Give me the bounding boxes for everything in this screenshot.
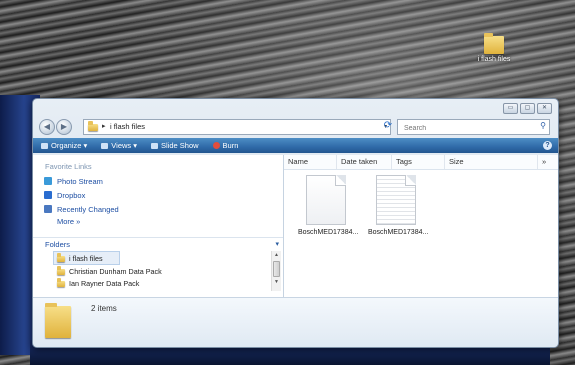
minimize-button[interactable]: ▭	[503, 103, 518, 114]
tree-item-ian-rayner[interactable]: Ian Rayner Data Pack	[33, 277, 273, 289]
desktop-folder-icon[interactable]: i flash files	[474, 32, 514, 63]
folders-header[interactable]: Folders ▾	[33, 237, 283, 251]
item-count: 2 items	[91, 304, 117, 313]
file-name: BoschMED17384...	[368, 229, 429, 236]
folder-tree-scrollbar[interactable]: ▲ ▼	[271, 251, 281, 291]
dropbox-icon	[44, 191, 52, 199]
column-tags[interactable]: Tags	[392, 155, 445, 169]
favorite-links-heading: Favorite Links	[45, 162, 92, 171]
text-file-icon	[376, 175, 416, 225]
search-box[interactable]: ⚲	[397, 119, 550, 135]
organize-button[interactable]: Organize ▾	[41, 141, 87, 150]
favorite-recently-changed[interactable]: Recently Changed	[33, 202, 283, 216]
tree-item-label: i flash files	[69, 253, 103, 263]
command-bar: Organize ▾ Views ▾ Slide Show Burn ?	[33, 138, 558, 153]
scrollbar-thumb[interactable]	[273, 261, 280, 277]
photo-stream-icon	[44, 177, 52, 185]
burn-icon	[212, 142, 220, 149]
slideshow-label: Slide Show	[161, 141, 199, 150]
address-path[interactable]: i flash files	[110, 120, 145, 134]
scroll-up-icon[interactable]: ▲	[272, 251, 281, 260]
tree-item-christian-dunham[interactable]: Christian Dunham Data Pack	[33, 265, 273, 277]
folder-icon	[57, 265, 65, 275]
desktop-folder-label: i flash files	[477, 56, 511, 63]
navigation-row: ◀ ▶ ▸ i flash files ▾ ⟳ ⚲	[33, 117, 558, 135]
file-item[interactable]: BoschMED17384...	[368, 175, 429, 236]
back-button[interactable]: ◀	[39, 119, 55, 135]
close-button[interactable]: ✕	[537, 103, 552, 114]
recently-changed-icon	[44, 205, 52, 213]
favorite-photo-stream[interactable]: Photo Stream	[33, 174, 283, 188]
views-button[interactable]: Views ▾	[101, 141, 137, 150]
tree-item-label: Christian Dunham Data Pack	[69, 266, 162, 276]
forward-button[interactable]: ▶	[56, 119, 72, 135]
explorer-window: ▭ ▢ ✕ ◀ ▶ ▸ i flash files ▾ ⟳ ⚲ Organize…	[32, 98, 559, 348]
favorite-label: Photo Stream	[57, 176, 103, 186]
navigation-pane: Favorite Links Photo Stream Dropbox Rece…	[33, 155, 284, 297]
column-date-taken[interactable]: Date taken	[337, 155, 392, 169]
title-bar[interactable]: ▭ ▢ ✕	[33, 99, 558, 117]
folder-icon	[57, 277, 65, 287]
tree-item-label: Ian Rayner Data Pack	[69, 278, 140, 288]
column-size[interactable]: Size	[445, 155, 538, 169]
tree-item-i-flash-files[interactable]: i flash files	[53, 251, 120, 265]
favorite-label: Dropbox	[57, 190, 86, 200]
file-item[interactable]: BoschMED17384...	[298, 175, 359, 236]
address-bar[interactable]: ▸ i flash files ▾	[83, 119, 391, 135]
column-name[interactable]: Name	[284, 155, 337, 169]
organize-label: Organize ▾	[51, 141, 88, 150]
help-icon[interactable]: ?	[543, 141, 552, 150]
folder-icon	[88, 120, 98, 131]
organize-icon	[41, 142, 48, 149]
breadcrumb-arrow-icon[interactable]: ▸	[102, 121, 106, 133]
favorite-label: Recently Changed	[57, 204, 119, 214]
search-input[interactable]	[402, 121, 526, 135]
details-pane: 2 items	[33, 297, 558, 347]
file-name: BoschMED17384...	[298, 229, 359, 236]
file-list-pane: Name Date taken Tags Size » BoschMED1738…	[284, 155, 558, 297]
views-label: Views ▾	[111, 141, 138, 150]
column-headers: Name Date taken Tags Size »	[284, 155, 558, 170]
burn-label: Burn	[222, 141, 239, 150]
folder-icon	[45, 302, 71, 338]
search-icon[interactable]: ⚲	[540, 121, 546, 130]
blank-file-icon	[306, 175, 346, 225]
slideshow-button[interactable]: Slide Show	[151, 141, 199, 150]
chevron-down-icon[interactable]: ▾	[263, 238, 279, 251]
folders-heading: Folders	[45, 240, 71, 249]
more-link[interactable]: More »	[33, 216, 283, 228]
views-icon	[101, 142, 109, 149]
scroll-down-icon[interactable]: ▼	[272, 278, 281, 287]
folder-icon	[484, 32, 504, 54]
slideshow-icon	[151, 142, 159, 149]
maximize-button[interactable]: ▢	[520, 103, 535, 114]
columns-more-button[interactable]: »	[538, 155, 546, 169]
folder-icon	[57, 252, 65, 262]
burn-button[interactable]: Burn	[212, 141, 239, 150]
folder-tree: i flash files Christian Dunham Data Pack…	[33, 251, 273, 289]
favorite-dropbox[interactable]: Dropbox	[33, 188, 283, 202]
